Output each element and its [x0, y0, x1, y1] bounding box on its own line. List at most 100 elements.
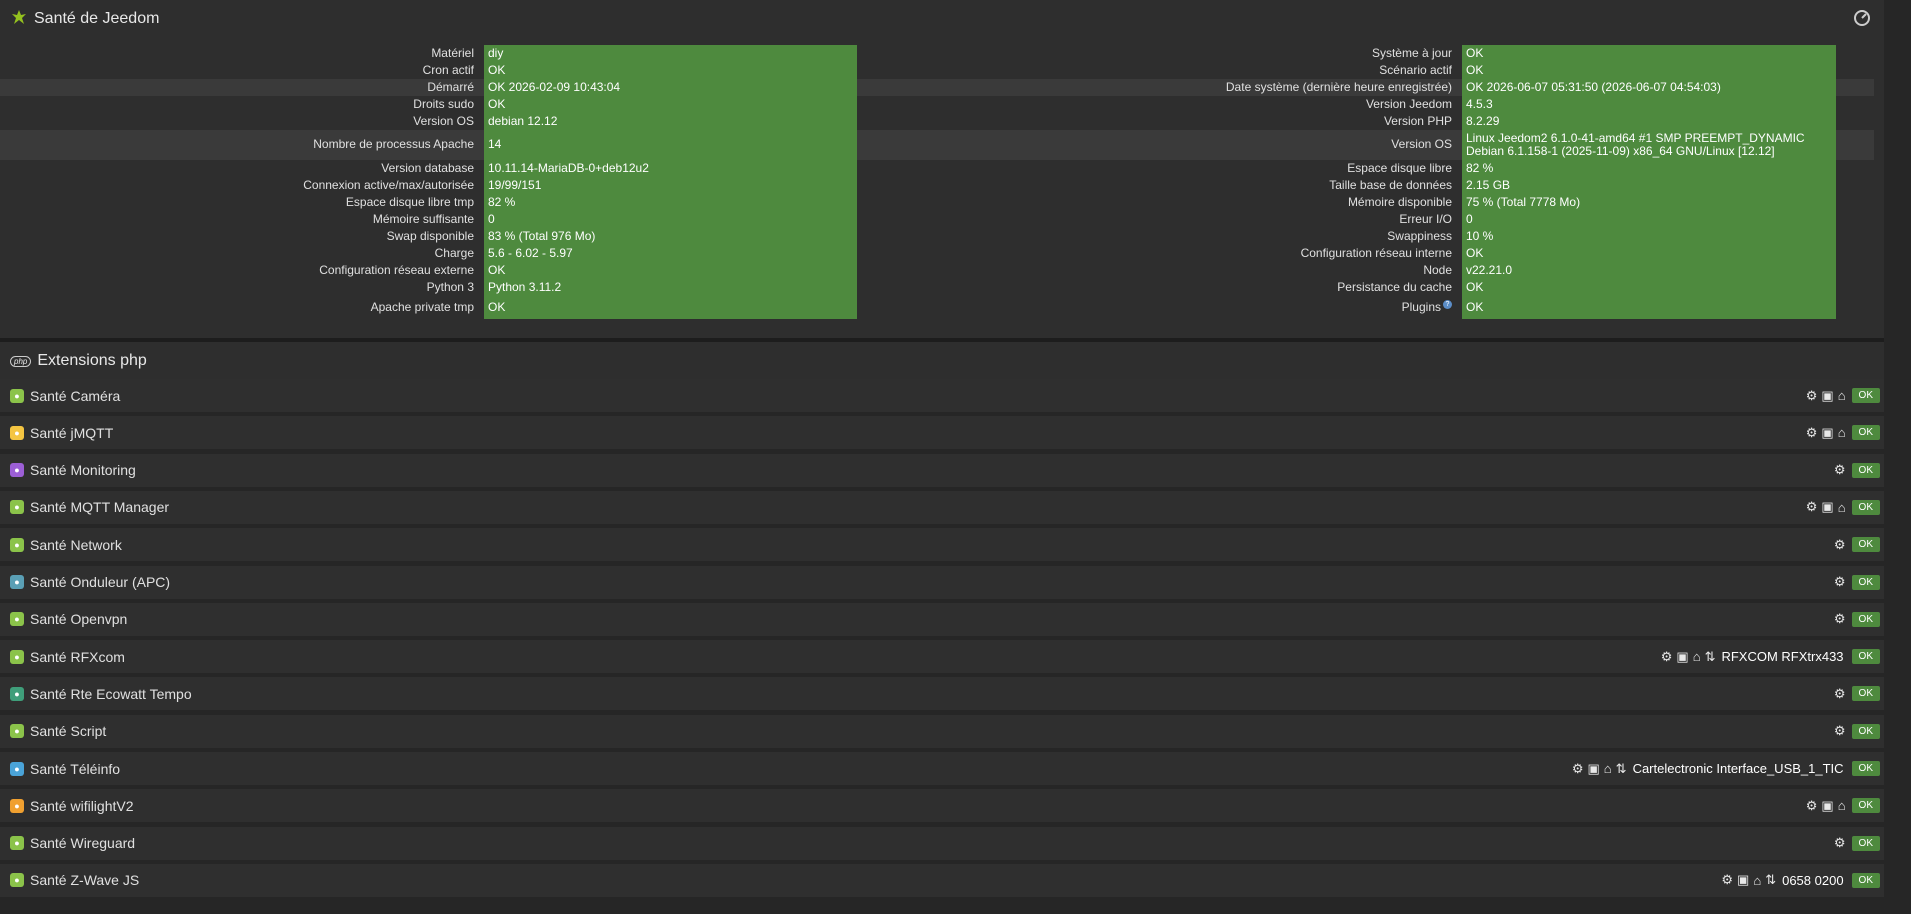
- gears-icon[interactable]: ⚙: [1834, 835, 1846, 851]
- health-value: debian 12.12: [484, 113, 857, 130]
- health-row: Droits sudo OK Version Jeedom 4.5.3: [0, 96, 1874, 113]
- arrows-icon[interactable]: ⇅: [1616, 761, 1627, 777]
- gears-icon[interactable]: ⚙: [1661, 649, 1673, 665]
- health-label: Version Jeedom: [1365, 96, 1452, 111]
- health-label: Configuration réseau interne: [1300, 245, 1452, 260]
- jeedom-logo-icon: [10, 8, 28, 31]
- plugin-actions: ⚙ OK: [1834, 454, 1880, 487]
- plugin-icon: ●: [10, 649, 24, 664]
- plugin-icon: ●: [10, 798, 24, 813]
- plugin-name[interactable]: Santé Network: [30, 537, 122, 553]
- camera-icon[interactable]: ▣: [1676, 649, 1688, 665]
- arrows-icon[interactable]: ⇅: [1705, 649, 1716, 665]
- health-value: 14: [484, 130, 857, 160]
- health-row: Matériel diy Système à jour OK: [0, 45, 1874, 62]
- php-icon: php: [10, 355, 32, 367]
- health-value: OK: [484, 96, 857, 113]
- plugin-row: ● Santé Caméra ⚙ ▣ ⌂ OK: [0, 379, 1884, 412]
- plugin-row: ● Santé wifilightV2 ⚙ ▣ ⌂ OK: [0, 789, 1884, 823]
- plugin-name[interactable]: Santé RFXcom: [30, 649, 125, 665]
- plugin-row: ● Santé jMQTT ⚙ ▣ ⌂ OK: [0, 416, 1884, 450]
- gears-icon[interactable]: ⚙: [1834, 574, 1846, 590]
- plugin-actions: ⚙ ▣ ⌂ OK: [1806, 379, 1880, 412]
- health-row: Connexion active/max/autorisée 19/99/151 T…: [0, 177, 1874, 194]
- bank-icon[interactable]: ⌂: [1693, 649, 1701, 664]
- gears-icon[interactable]: ⚙: [1572, 761, 1584, 777]
- plugin-row: ● Santé RFXcom ⚙ ▣ ⌂ ⇅ RFXCOM RFXtrx433 OK: [0, 640, 1884, 674]
- plugin-name[interactable]: Santé Monitoring: [30, 462, 136, 478]
- health-header: Santé de Jeedom: [0, 0, 1884, 38]
- plugin-actions: ⚙ ▣ ⌂ OK: [1806, 491, 1880, 524]
- bank-icon[interactable]: ⌂: [1838, 425, 1846, 440]
- health-label: Version database: [381, 160, 474, 175]
- health-row: Python 3 Python 3.11.2 Persistance du cach…: [0, 279, 1874, 296]
- plugin-name[interactable]: Santé Script: [30, 723, 106, 739]
- health-label: Taille base de données: [1329, 177, 1452, 192]
- bank-icon[interactable]: ⌂: [1838, 500, 1846, 515]
- health-label: Mémoire suffisante: [372, 211, 474, 226]
- health-label: Mémoire disponible: [1347, 194, 1452, 209]
- health-value: 0: [484, 211, 857, 228]
- plugin-actions: ⚙ ▣ ⌂ OK: [1806, 416, 1880, 449]
- gears-icon[interactable]: ⚙: [1834, 537, 1846, 553]
- gears-icon[interactable]: ⚙: [1806, 798, 1818, 814]
- plugin-name[interactable]: Santé Téléinfo: [30, 761, 120, 777]
- gears-icon[interactable]: ⚙: [1806, 499, 1818, 515]
- health-value: OK 2026-02-09 10:43:04: [484, 79, 857, 96]
- health-row: Version database 10.11.14-MariaDB-0+deb12…: [0, 160, 1874, 177]
- health-label: Charge: [434, 245, 474, 260]
- health-row: Apache private tmp OK Plugins? OK: [0, 296, 1874, 319]
- plugin-icon: ●: [10, 388, 24, 403]
- status-badge: OK: [1851, 425, 1880, 441]
- plugin-name[interactable]: Santé jMQTT: [30, 425, 113, 441]
- plugin-actions: ⚙ OK: [1834, 677, 1880, 710]
- health-value: 10.11.14-MariaDB-0+deb12u2: [484, 160, 857, 177]
- plugin-name[interactable]: Santé Onduleur (APC): [30, 574, 170, 590]
- bank-icon[interactable]: ⌂: [1604, 761, 1612, 776]
- health-row: Charge 5.6 - 6.02 - 5.97 Configuration rés…: [0, 245, 1874, 262]
- plugin-name[interactable]: Santé Wireguard: [30, 835, 135, 851]
- health-value: 4.5.3: [1462, 96, 1836, 113]
- plugin-name[interactable]: Santé wifilightV2: [30, 798, 134, 814]
- status-badge: OK: [1851, 537, 1880, 553]
- arrows-icon[interactable]: ⇅: [1765, 872, 1776, 888]
- bank-icon[interactable]: ⌂: [1753, 873, 1761, 888]
- gears-icon[interactable]: ⚙: [1834, 686, 1846, 702]
- plugin-icon: ●: [10, 612, 24, 627]
- health-label: Cron actif: [422, 62, 474, 77]
- help-question-icon[interactable]: ?: [1443, 300, 1452, 310]
- plugin-name[interactable]: Santé Caméra: [30, 388, 120, 404]
- plugin-actions: ⚙ ▣ ⌂ ⇅ 0658 0200 OK: [1721, 864, 1880, 897]
- plugin-name[interactable]: Santé Z-Wave JS: [30, 872, 139, 888]
- gears-icon[interactable]: ⚙: [1806, 388, 1818, 404]
- gears-icon[interactable]: ⚙: [1834, 462, 1846, 478]
- gears-icon[interactable]: ⚙: [1834, 611, 1846, 627]
- plugin-icon: ●: [10, 500, 24, 515]
- plugin-name[interactable]: Santé Openvpn: [30, 611, 127, 627]
- gears-icon[interactable]: ⚙: [1834, 723, 1846, 739]
- dashboard-gauge-icon[interactable]: [1854, 10, 1870, 31]
- health-row: Démarré OK 2026-02-09 10:43:04 Date systèm…: [0, 79, 1874, 96]
- plugin-row: ● Santé Onduleur (APC) ⚙ OK: [0, 565, 1884, 599]
- bank-icon[interactable]: ⌂: [1838, 798, 1846, 813]
- plugin-name[interactable]: Santé MQTT Manager: [30, 499, 169, 515]
- camera-icon[interactable]: ▣: [1821, 798, 1833, 814]
- health-value: OK: [1462, 245, 1836, 262]
- plugin-actions: ⚙ ▣ ⌂ ⇅ RFXCOM RFXtrx433 OK: [1661, 640, 1880, 673]
- camera-icon[interactable]: ▣: [1588, 761, 1600, 777]
- camera-icon[interactable]: ▣: [1821, 425, 1833, 441]
- plugin-actions: ⚙ OK: [1834, 603, 1880, 636]
- camera-icon[interactable]: ▣: [1821, 388, 1833, 404]
- health-label: Connexion active/max/autorisée: [303, 177, 474, 192]
- extensions-title: Extensions php: [37, 352, 147, 369]
- bank-icon[interactable]: ⌂: [1838, 388, 1846, 403]
- camera-icon[interactable]: ▣: [1821, 499, 1833, 515]
- camera-icon[interactable]: ▣: [1737, 872, 1749, 888]
- gears-icon[interactable]: ⚙: [1721, 872, 1733, 888]
- health-value: v22.21.0: [1462, 262, 1836, 279]
- health-value: 0: [1462, 211, 1836, 228]
- gears-icon[interactable]: ⚙: [1806, 425, 1818, 441]
- plugin-icon: ●: [10, 761, 24, 776]
- health-label: Matériel: [431, 45, 474, 60]
- plugin-name[interactable]: Santé Rte Ecowatt Tempo: [30, 686, 192, 702]
